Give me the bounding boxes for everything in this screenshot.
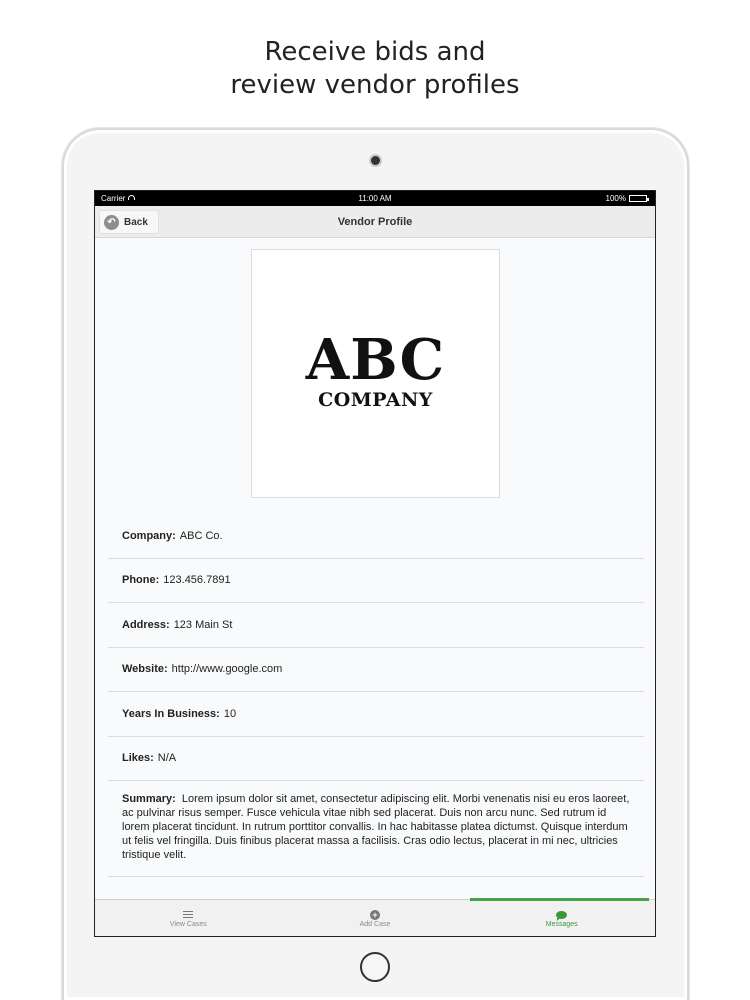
detail-value: 10 [223,707,237,720]
chat-bubble-icon [556,911,568,921]
detail-label: Likes: [122,752,154,765]
website-link[interactable]: http://www.google.com [172,663,283,675]
logo-sub-text: COMPANY [318,389,433,411]
logo-main-text: ABC [305,327,446,393]
tab-messages[interactable]: Messages [468,898,655,936]
tab-label: Add Case [359,921,391,928]
detail-row-likes: Likes: N/A [108,737,644,781]
tab-label: View Cases [169,921,207,928]
add-circle-icon: + [370,910,380,920]
battery-percent: 100% [605,194,626,203]
headline-line-2: review vendor profiles [230,70,520,100]
detail-row-phone: Phone: 123.456.7891 [108,559,644,603]
summary-text: Lorem ipsum dolor sit amet, consectetur … [122,793,630,861]
detail-label: Company: [122,529,176,542]
tab-bar: View Cases + Add Case Messages [95,898,655,936]
vendor-details-list: Company: ABC Co. Phone: 123.456.7891 Add… [108,514,644,877]
home-button[interactable] [360,952,390,982]
app-screen: Carrier 11:00 AM 100% ↶ Back Vendor Prof… [94,190,656,937]
detail-summary: Summary: Lorem ipsum dolor sit amet, con… [108,781,644,877]
detail-value: ABC Co. [179,529,223,542]
detail-value[interactable]: 123.456.7891 [163,574,230,586]
navigation-bar: ↶ Back Vendor Profile [95,206,655,238]
detail-value: 123 Main St [173,618,233,631]
headline-line-1: Receive bids and [264,37,486,67]
detail-label: Website: [122,663,168,676]
menu-icon [183,911,194,918]
detail-row-company: Company: ABC Co. [108,514,644,559]
battery-icon [629,195,649,202]
battery-indicator: 100% [605,191,649,206]
tab-label: Messages [545,921,578,928]
vendor-logo: ABC COMPANY [251,249,500,498]
detail-value: N/A [157,752,177,765]
detail-row-years-in-business: Years In Business: 10 [108,692,644,737]
marketing-headline: Receive bids and review vendor profiles [0,36,750,102]
tab-add-case[interactable]: + Add Case [282,900,469,936]
detail-label: Years In Business: [122,707,220,720]
status-bar: Carrier 11:00 AM 100% [95,191,655,206]
detail-row-website: Website: http://www.google.com [108,648,644,692]
camera-icon [371,156,380,165]
detail-label: Phone: [122,574,160,587]
page-title: Vendor Profile [337,216,413,228]
summary-label: Summary: [122,793,176,805]
detail-label: Address: [122,618,170,631]
tab-view-cases[interactable]: View Cases [95,900,282,936]
clock: 11:00 AM [358,194,392,203]
detail-row-address: Address: 123 Main St [108,603,644,648]
